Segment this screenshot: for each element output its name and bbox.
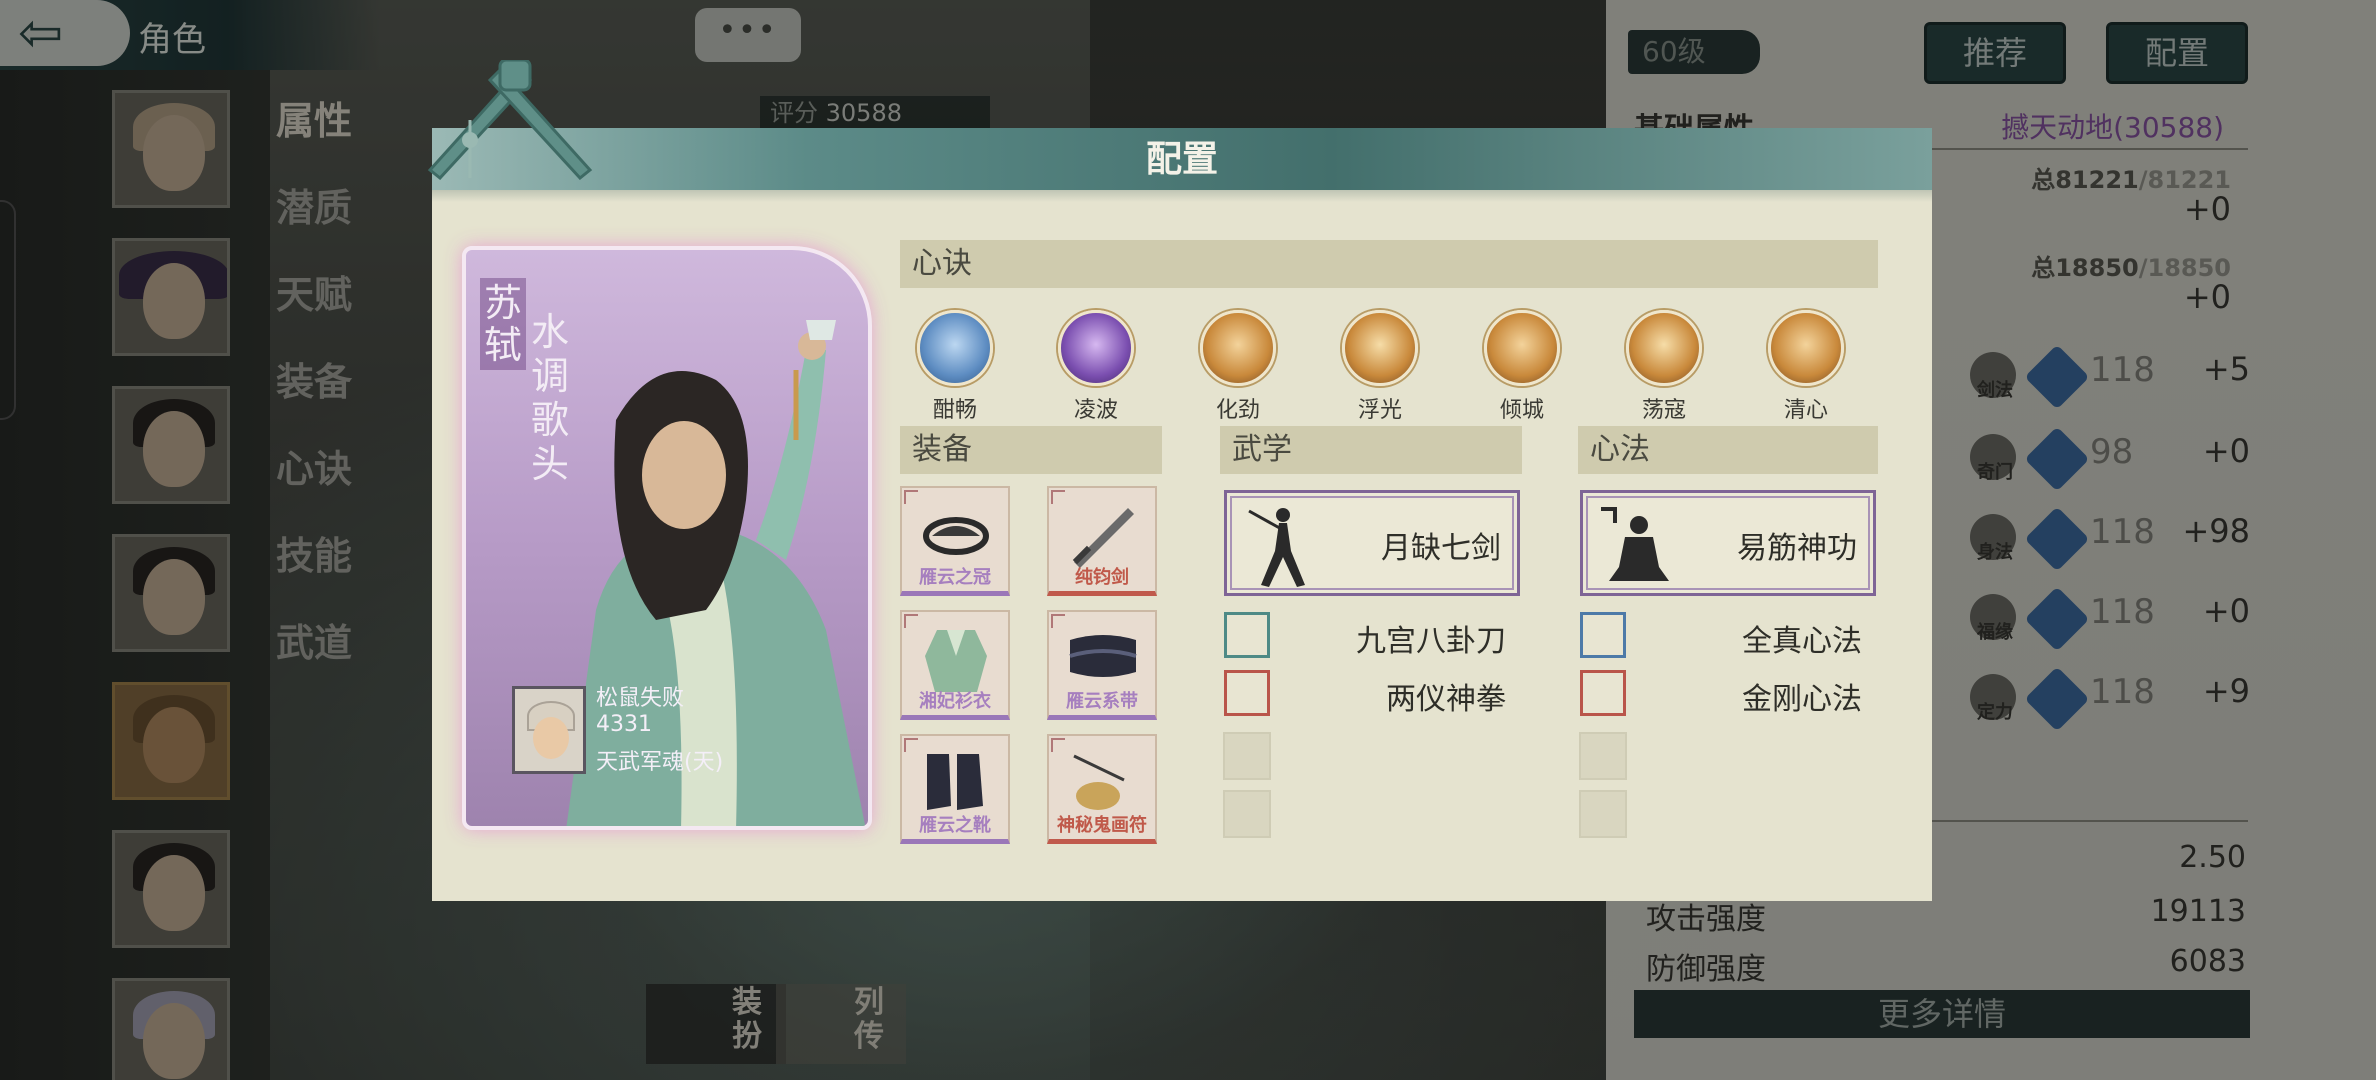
xinjue-header: 心诀 [900, 240, 1878, 288]
heart-method-header: 心法 [1578, 426, 1878, 474]
equip-slot-belt[interactable]: 雁云系带 [1047, 610, 1157, 720]
heart-sub-skill-2[interactable]: 金刚心法 [1580, 670, 1862, 717]
skill-name: 易筋神功 [1737, 531, 1857, 566]
xinjue-slot-3[interactable]: 化劲 [1193, 310, 1283, 424]
fist-skill-icon [1224, 670, 1270, 716]
martial-sub-skill-1[interactable]: 九宫八卦刀 [1224, 612, 1506, 659]
skill-name: 月缺七剑 [1381, 531, 1501, 566]
meditation-icon [1601, 507, 1669, 581]
owner-score: 4331 [596, 712, 652, 737]
xinjue-label: 倾城 [1499, 398, 1544, 423]
xinjue-label: 清心 [1783, 398, 1828, 423]
belt-icon [1069, 635, 1137, 677]
crossed-swords-icon [427, 60, 593, 180]
equip-label: 雁云系带 [1066, 691, 1138, 712]
crown-icon [923, 517, 989, 555]
frame-corner [904, 738, 918, 752]
xinjue-slot-6[interactable]: 荡寇 [1619, 310, 1709, 424]
xinjue-slot-4[interactable]: 浮光 [1335, 310, 1425, 424]
empty-heart-slot[interactable] [1579, 732, 1627, 780]
xinjue-slot-5[interactable]: 倾城 [1477, 310, 1567, 424]
sword-icon [1072, 508, 1134, 568]
xinjue-label: 荡寇 [1641, 398, 1686, 423]
frame-corner [1051, 738, 1065, 752]
equip-slot-boots[interactable]: 雁云之靴 [900, 734, 1010, 844]
empty-martial-slot[interactable] [1223, 732, 1271, 780]
equip-label: 雁云之冠 [919, 567, 991, 588]
palm-force-icon [1200, 310, 1276, 386]
swirl-cloud-icon [917, 310, 993, 386]
owner-avatar[interactable] [512, 686, 586, 774]
lotus-icon [1768, 310, 1844, 386]
equipment-header: 装备 [900, 426, 1162, 474]
wave-slash-icon [1058, 310, 1134, 386]
frame-corner [904, 614, 918, 628]
vajra-skill-icon [1580, 670, 1626, 716]
equip-slot-talisman[interactable]: 神秘鬼画符 [1047, 734, 1157, 844]
boots-icon [927, 754, 983, 810]
xinjue-label: 酣畅 [932, 398, 977, 423]
equip-label: 雁云之靴 [919, 815, 991, 836]
xinjue-label: 化劲 [1215, 398, 1260, 423]
skill-name: 九宫八卦刀 [1356, 624, 1506, 659]
skill-name: 全真心法 [1742, 624, 1862, 659]
frame-corner [1051, 490, 1065, 504]
equip-label: 神秘鬼画符 [1057, 815, 1147, 836]
quanzhen-skill-icon [1580, 612, 1626, 658]
equip-label: 湘妃衫衣 [919, 691, 991, 712]
owner-rank: 天武军魂(天) [596, 750, 724, 775]
blade-skill-icon [1224, 612, 1270, 658]
xinjue-slot-7[interactable]: 清心 [1761, 310, 1851, 424]
frame-corner [1051, 614, 1065, 628]
robe-icon [925, 630, 987, 692]
equip-slot-crown[interactable]: 雁云之冠 [900, 486, 1010, 596]
heart-sub-skill-1[interactable]: 全真心法 [1580, 612, 1862, 659]
owner-name: 松鼠失败 [596, 686, 685, 711]
dragon-orb-icon [1626, 310, 1702, 386]
equip-slot-sword[interactable]: 纯钧剑 [1047, 486, 1157, 596]
skill-name: 两仪神拳 [1386, 682, 1506, 717]
xinjue-slot-1[interactable]: 酣畅 [910, 310, 1000, 424]
frame-corner [904, 490, 918, 504]
martial-main-skill[interactable]: 月缺七剑 [1224, 490, 1520, 596]
xinjue-slot-2[interactable]: 凌波 [1051, 310, 1141, 424]
flame-figure-icon [1484, 310, 1560, 386]
xinjue-label: 浮光 [1357, 398, 1402, 423]
dialog-title: 配置 [1145, 138, 1218, 180]
xinjue-label: 凌波 [1073, 398, 1118, 423]
equip-label: 纯钧剑 [1075, 567, 1129, 588]
character-card[interactable]: 苏轼 水调歌头 松鼠失败 4331 天武军魂(天) [462, 246, 872, 830]
sword-dancer-icon [1248, 508, 1305, 587]
equip-slot-robe[interactable]: 湘妃衫衣 [900, 610, 1010, 720]
character-title: 水调歌头 [530, 310, 569, 486]
talisman-icon [1073, 754, 1125, 810]
empty-martial-slot[interactable] [1223, 790, 1271, 838]
character-name: 苏轼 [480, 278, 526, 370]
empty-heart-slot[interactable] [1579, 790, 1627, 838]
light-burst-icon [1342, 310, 1418, 386]
skill-name: 金刚心法 [1742, 682, 1862, 717]
martial-sub-skill-2[interactable]: 两仪神拳 [1224, 670, 1506, 717]
heart-main-skill[interactable]: 易筋神功 [1580, 490, 1876, 596]
martial-header: 武学 [1220, 426, 1522, 474]
